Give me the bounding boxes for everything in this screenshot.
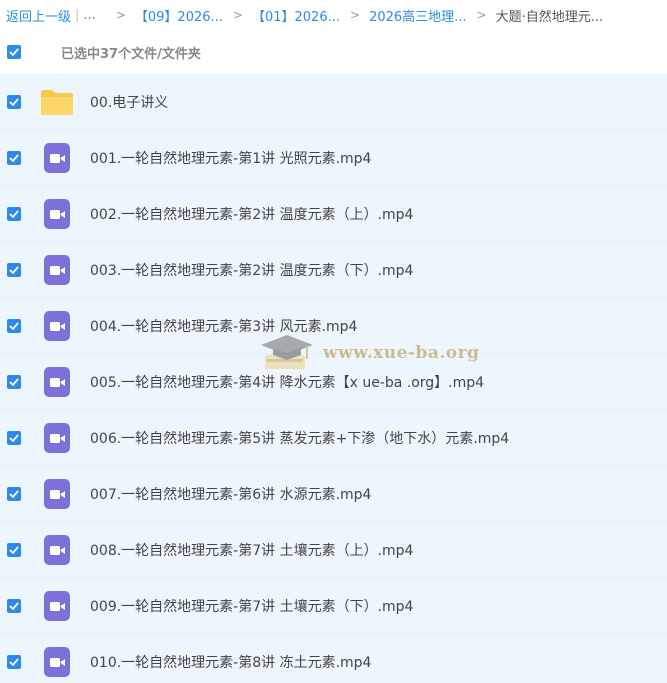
breadcrumb-ellipsis[interactable]: ... <box>83 8 95 23</box>
check-icon <box>9 321 19 330</box>
chevron-right-icon: > <box>115 8 126 22</box>
folder-icon <box>40 87 74 117</box>
select-all-checkbox[interactable] <box>7 45 21 59</box>
file-row[interactable]: 002.一轮自然地理元素-第2讲 温度元素（上）.mp4 <box>0 186 667 242</box>
video-file-icon <box>40 254 74 285</box>
file-name[interactable]: 003.一轮自然地理元素-第2讲 温度元素（下）.mp4 <box>90 260 413 280</box>
row-checkbox[interactable] <box>7 94 21 109</box>
row-checkbox[interactable] <box>7 486 21 501</box>
file-name[interactable]: 006.一轮自然地理元素-第5讲 蒸发元素+下渗（地下水）元素.mp4 <box>90 428 509 448</box>
breadcrumb: 返回上一级 | ... > 【09】2026... > 【01】2026... … <box>0 0 667 30</box>
file-row[interactable]: 007.一轮自然地理元素-第6讲 水源元素.mp4 <box>0 466 667 522</box>
file-row[interactable]: 001.一轮自然地理元素-第1讲 光照元素.mp4 <box>0 130 667 186</box>
file-row[interactable]: 005.一轮自然地理元素-第4讲 降水元素【x ue-ba .org】.mp4 <box>0 354 667 410</box>
chevron-right-icon: > <box>476 8 487 22</box>
file-name[interactable]: 009.一轮自然地理元素-第7讲 土壤元素（下）.mp4 <box>90 596 413 616</box>
chevron-right-icon: > <box>232 8 243 22</box>
row-checkbox[interactable] <box>7 654 21 669</box>
file-name[interactable]: 010.一轮自然地理元素-第8讲 冻土元素.mp4 <box>90 652 371 672</box>
breadcrumb-current: 大题·自然地理元... <box>495 9 604 25</box>
file-row[interactable]: 003.一轮自然地理元素-第2讲 温度元素（下）.mp4 <box>0 242 667 298</box>
check-icon <box>9 153 19 162</box>
video-file-icon <box>40 422 74 453</box>
check-icon <box>9 657 19 666</box>
row-checkbox[interactable] <box>7 206 21 221</box>
check-icon <box>9 489 19 498</box>
check-icon <box>9 601 19 610</box>
file-row[interactable]: 00.电子讲义 <box>0 74 667 130</box>
row-checkbox[interactable] <box>7 542 21 557</box>
file-row[interactable]: 010.一轮自然地理元素-第8讲 冻土元素.mp4 <box>0 634 667 683</box>
row-checkbox[interactable] <box>7 262 21 277</box>
file-browser: 返回上一级 | ... > 【09】2026... > 【01】2026... … <box>0 0 667 683</box>
video-file-icon <box>40 310 74 341</box>
video-file-icon <box>40 366 74 397</box>
file-name[interactable]: 00.电子讲义 <box>90 92 168 112</box>
check-icon <box>9 265 19 274</box>
check-icon <box>9 48 19 56</box>
video-file-icon <box>40 646 74 677</box>
file-list: 00.电子讲义 001.一轮自然地理元素-第1讲 光照元素.mp4 002.一轮自然… <box>0 74 667 683</box>
row-checkbox[interactable] <box>7 430 21 445</box>
file-row[interactable]: 004.一轮自然地理元素-第3讲 风元素.mp4 <box>0 298 667 354</box>
file-name[interactable]: 005.一轮自然地理元素-第4讲 降水元素【x ue-ba .org】.mp4 <box>90 372 484 392</box>
video-file-icon <box>40 534 74 565</box>
breadcrumb-item[interactable]: 2026高三地理... <box>369 6 466 25</box>
video-file-icon <box>40 590 74 621</box>
video-file-icon <box>40 142 74 173</box>
file-row[interactable]: 009.一轮自然地理元素-第7讲 土壤元素（下）.mp4 <box>0 578 667 634</box>
file-name[interactable]: 004.一轮自然地理元素-第3讲 风元素.mp4 <box>90 316 357 336</box>
breadcrumb-item[interactable]: 【09】2026... <box>135 6 223 25</box>
check-icon <box>9 209 19 218</box>
video-file-icon <box>40 478 74 509</box>
file-name[interactable]: 001.一轮自然地理元素-第1讲 光照元素.mp4 <box>90 148 371 168</box>
file-name[interactable]: 002.一轮自然地理元素-第2讲 温度元素（上）.mp4 <box>90 204 413 224</box>
check-icon <box>9 377 19 386</box>
selection-count: 已选中37个文件/文件夹 <box>61 46 201 62</box>
check-icon <box>9 433 19 442</box>
chevron-right-icon: > <box>350 8 361 22</box>
breadcrumb-divider: | <box>75 7 80 23</box>
check-icon <box>9 545 19 554</box>
video-file-icon <box>40 198 74 229</box>
row-checkbox[interactable] <box>7 598 21 613</box>
check-icon <box>9 97 19 106</box>
file-name[interactable]: 008.一轮自然地理元素-第7讲 土壤元素（上）.mp4 <box>90 540 413 560</box>
row-checkbox[interactable] <box>7 318 21 333</box>
row-checkbox[interactable] <box>7 150 21 165</box>
back-link[interactable]: 返回上一级 <box>6 6 71 25</box>
file-name[interactable]: 007.一轮自然地理元素-第6讲 水源元素.mp4 <box>90 484 371 504</box>
breadcrumb-item[interactable]: 【01】2026... <box>252 6 340 25</box>
file-row[interactable]: 008.一轮自然地理元素-第7讲 土壤元素（上）.mp4 <box>0 522 667 578</box>
selection-header: 已选中37个文件/文件夹 <box>0 30 667 74</box>
row-checkbox[interactable] <box>7 374 21 389</box>
file-row[interactable]: 006.一轮自然地理元素-第5讲 蒸发元素+下渗（地下水）元素.mp4 <box>0 410 667 466</box>
